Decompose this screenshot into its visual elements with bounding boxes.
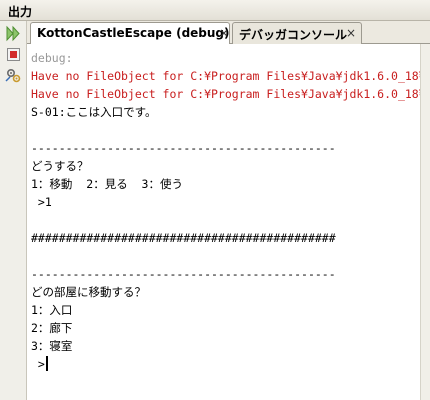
console-line: S-01:ここは入口です。 [31,105,157,119]
tab-label: KottonCastleEscape (debug) [37,26,230,40]
tab-debugger-console[interactable]: デバッガコンソール × [232,22,362,44]
settings-icon [5,68,21,83]
output-toolbar [0,21,27,400]
settings-button[interactable] [4,66,23,85]
vertical-scrollbar[interactable] [420,44,430,400]
console-line: ----------------------------------------… [31,141,336,155]
console-line: Have no FileObject for C:¥Program Files¥… [31,69,420,83]
rerun-button[interactable] [4,24,23,43]
console-line: どうする？ [31,159,89,173]
console-line: 1：入口 [31,303,73,317]
window-title: 出力 [8,5,33,19]
stop-button[interactable] [4,45,23,64]
console-line: >1 [31,195,52,209]
stop-icon [7,48,20,61]
tab-label: デバッガコンソール [239,28,348,42]
console-line: 2：廊下 [31,321,73,335]
console-line: 3：寝室 [31,339,73,353]
tab-bar: KottonCastleEscape (debug) × デバッガコンソール × [27,21,430,45]
console-line: ----------------------------------------… [31,267,336,281]
console-prompt: > [31,357,45,371]
console-line: どの部屋に移動する？ [31,285,146,299]
tab-close-button[interactable]: × [219,26,229,40]
tab-kotton-castle-escape-debug[interactable]: KottonCastleEscape (debug) × [30,22,230,45]
console-line: ########################################… [31,231,336,245]
console-line: Have no FileObject for C:¥Program Files¥… [31,87,420,101]
console-line: 1：移動 2：見る 3：使う [31,177,183,191]
console-output[interactable]: debug: Have no FileObject for C:¥Program… [27,44,420,400]
output-window-titlebar: 出力 [0,0,430,21]
console-line: debug: [31,51,73,65]
tab-close-button[interactable]: × [346,26,356,40]
double-play-icon [6,25,20,42]
console-input-line[interactable]: > [31,355,48,373]
text-caret [45,356,48,371]
